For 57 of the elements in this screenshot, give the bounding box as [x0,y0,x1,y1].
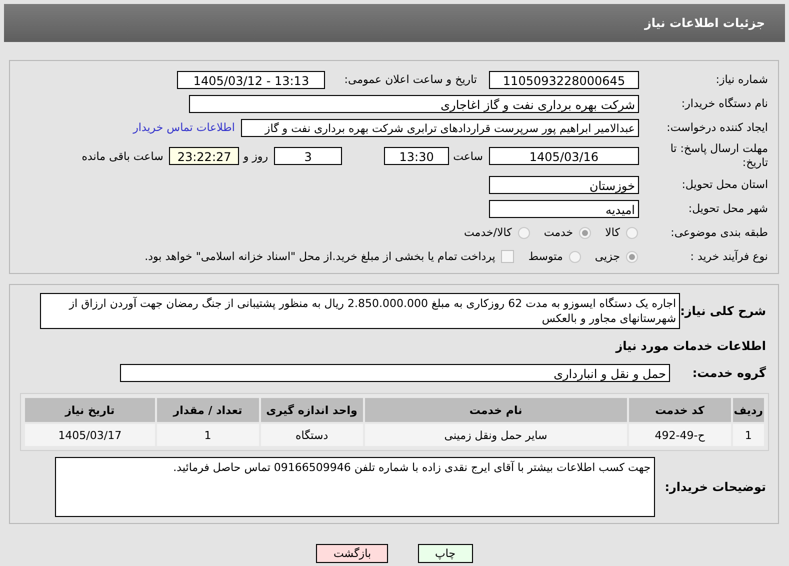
announce-date-field: 1405/03/12 - 13:13 [177,70,326,88]
column-header: تعداد / مقدار [156,398,259,422]
option-label: خدمت [544,226,574,239]
requester-field: عبدالامیر ابراهیم پور سرپرست قراردادهای ترابری شرکت بهره برداری نفت و گاز [241,118,639,136]
radio-button[interactable] [518,226,530,238]
field-label: شهر محل تحویل: [687,202,769,215]
remaining-time-field: 23:22:27 [169,147,240,165]
radio-button[interactable] [626,226,638,238]
table-cell: 1405/03/17 [25,424,155,446]
city-field: امیدیه [489,200,639,218]
days-field: 3 [274,147,342,165]
action-button[interactable]: بازگشت [316,544,388,563]
table-cell: 1 [156,424,259,446]
buyer-notes-textarea[interactable]: جهت کسب اطلاعات بیشتر با آقای ایرج نقدی زاده با شماره تلفن 09166509946 تماس حاصل فرمائید. [54,457,655,517]
radio-button[interactable] [568,250,581,262]
column-header: ردیف [732,398,764,422]
time-label: ساعت [453,150,483,162]
deadline-date-field: 1405/03/16 [489,147,639,165]
field-label: طبقه بندی موضوعی: [670,226,769,239]
deadline-time-field: 13:30 [384,147,450,165]
field-label: تاریخ و ساعت اعلان عمومی: [344,73,477,86]
need-number-field: 1105093228000645 [489,70,639,88]
field-label: شرح کلی نیاز: [680,304,767,318]
province-field: خوزستان [489,176,639,194]
radio-button[interactable] [579,226,592,238]
column-header: واحد اندازه گیری [260,398,363,422]
service-group-field: حمل و نقل و انبارداری [120,364,670,382]
table-cell: دستگاه [260,424,363,446]
table-cell: 1 [732,424,764,446]
option-label: متوسط [528,250,563,263]
column-header: تاریخ نیاز [25,398,155,422]
field-label: مهلت ارسال پاسخ: تا تاریخ: [669,142,769,170]
checkbox[interactable] [501,250,514,263]
buyer-name-field: شرکت بهره برداری نفت و گاز اغاجاری [189,94,639,112]
option-label: کالا/خدمت [464,226,512,239]
action-button[interactable]: چاپ [418,544,473,563]
checkbox-label: پرداخت تمام یا بخشی از مبلغ خرید.از محل "اسناد خزانه اسلامی" خواهد بود. [144,250,496,263]
field-label: نوع فرآیند خرید : [689,250,769,263]
column-header: کد خدمت [628,398,731,422]
days-label: روز و [243,150,268,162]
option-label: جزیی [594,250,620,263]
section-heading: اطلاعات خدمات مورد نیاز [616,338,767,352]
description-textarea[interactable]: اجاره یک دستگاه ایسوزو به مدت 62 روزکاری به مبلغ 2.850.000.000 ریال به منظور پشتیبانی از جنگ رمضان جهت آوردن ارزاق از شهرستانهای مجاور و بالعکس [40,293,680,329]
page-title: جزئیات اطلاعات نیاز [644,16,765,30]
field-label: ایجاد کننده درخواست: [666,121,769,134]
table-cell: ح-49-492 [628,424,731,446]
field-label: استان محل تحویل: [680,178,769,191]
option-label: کالا [605,226,620,239]
radio-button[interactable] [626,250,638,262]
field-label: شماره نیاز: [714,73,769,86]
remaining-label: ساعت باقی مانده [82,150,164,162]
field-label: گروه خدمت: [691,366,767,380]
field-label: نام دستگاه خریدار: [680,97,769,110]
buyer-contact-link[interactable]: اطلاعات تماس خریدار [133,121,235,134]
field-label: توضیحات خریدار: [664,480,767,494]
column-header: نام خدمت [364,398,627,422]
table-cell: سایر حمل ونقل زمینی [364,424,627,446]
